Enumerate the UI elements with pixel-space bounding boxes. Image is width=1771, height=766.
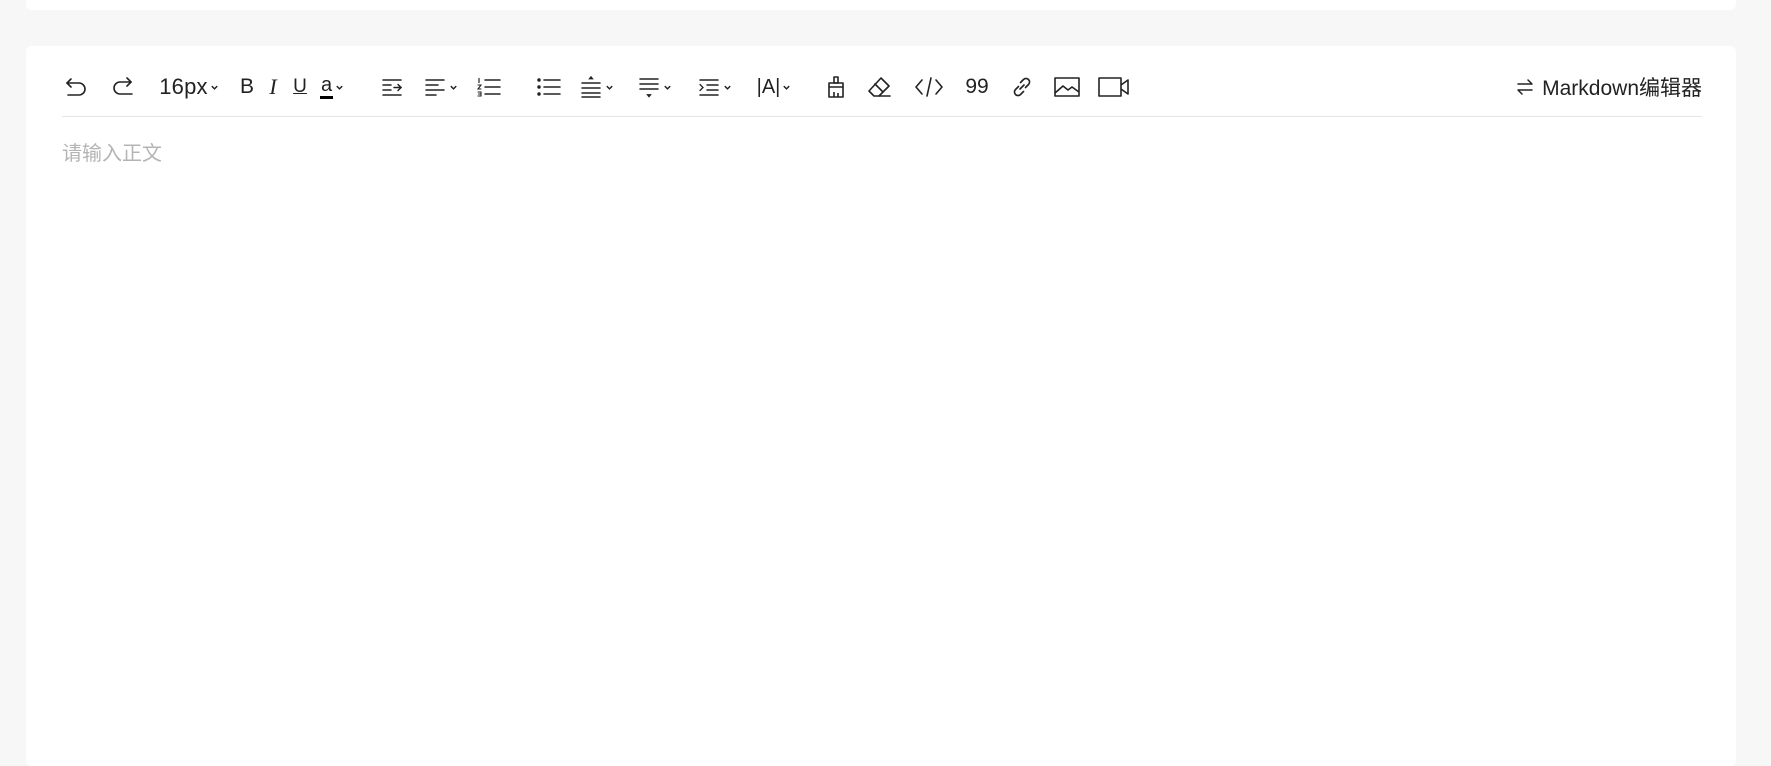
line-height-icon — [579, 75, 603, 99]
markdown-toggle-label: Markdown编辑器 — [1542, 77, 1702, 100]
letter-spacing-icon: |A| — [756, 75, 781, 98]
image-button[interactable] — [1050, 58, 1084, 116]
underline-icon: U — [293, 76, 307, 97]
top-card — [26, 0, 1736, 10]
italic-icon: I — [269, 74, 277, 99]
code-button[interactable] — [912, 58, 946, 116]
paragraph-spacing-dropdown[interactable] — [634, 58, 674, 116]
format-painter-button[interactable] — [822, 58, 850, 116]
redo-button[interactable] — [108, 58, 138, 116]
bullet-list-icon — [536, 75, 562, 99]
chevron-down-icon — [663, 83, 672, 92]
chevron-down-icon — [449, 83, 458, 92]
image-icon — [1053, 76, 1081, 98]
paragraph-spacing-icon — [637, 75, 661, 99]
indent-icon — [380, 75, 404, 99]
indent-button[interactable] — [378, 58, 406, 116]
font-size-dropdown[interactable]: 16px — [156, 58, 222, 116]
editor-toolbar: 16px B I U a |A| 99 Markdown编辑器 — [62, 58, 1702, 117]
undo-button[interactable] — [62, 58, 92, 116]
underline-button[interactable]: U — [289, 58, 311, 116]
font-size-value: 16px — [159, 74, 208, 99]
italic-button[interactable]: I — [262, 58, 284, 116]
editor-placeholder: 请输入正文 — [62, 143, 162, 165]
editor-content-area[interactable]: 请输入正文 — [62, 132, 1702, 732]
blockquote-button[interactable]: 99 — [962, 58, 992, 116]
ordered-list-icon — [476, 75, 502, 99]
chevron-down-icon — [335, 83, 344, 92]
font-color-dropdown[interactable]: a — [314, 58, 350, 116]
undo-icon — [64, 74, 90, 100]
chevron-down-icon — [605, 83, 614, 92]
letter-spacing-dropdown[interactable]: |A| — [752, 58, 796, 116]
video-button[interactable] — [1094, 58, 1134, 116]
redo-icon — [110, 74, 136, 100]
rich-text-editor: 16px B I U a |A| 99 Markdown编辑器 请输入正文 — [26, 46, 1736, 766]
chevron-down-icon — [782, 83, 791, 92]
chevron-down-icon — [723, 83, 732, 92]
swap-icon — [1517, 79, 1533, 95]
clear-format-icon — [866, 75, 892, 99]
blockquote-icon: 99 — [965, 75, 989, 98]
align-left-icon — [423, 75, 447, 99]
line-height-dropdown[interactable] — [576, 58, 616, 116]
font-color-letter: a — [320, 74, 333, 96]
markdown-editor-toggle[interactable]: Markdown编辑器 — [1516, 58, 1702, 116]
code-icon — [914, 75, 944, 99]
link-button[interactable] — [1008, 58, 1036, 116]
ordered-list-button[interactable] — [474, 58, 504, 116]
first-line-indent-dropdown[interactable] — [694, 58, 734, 116]
font-color-icon: a — [320, 75, 333, 99]
format-painter-icon — [825, 75, 847, 99]
align-dropdown[interactable] — [420, 58, 460, 116]
bold-icon: B — [239, 75, 254, 98]
bold-button[interactable]: B — [236, 58, 258, 116]
video-icon — [1097, 76, 1131, 98]
font-color-swatch — [320, 96, 333, 99]
link-icon — [1010, 75, 1034, 99]
bullet-list-button[interactable] — [534, 58, 564, 116]
clear-format-button[interactable] — [864, 58, 894, 116]
chevron-down-icon — [210, 83, 219, 92]
first-line-indent-icon — [697, 75, 721, 99]
